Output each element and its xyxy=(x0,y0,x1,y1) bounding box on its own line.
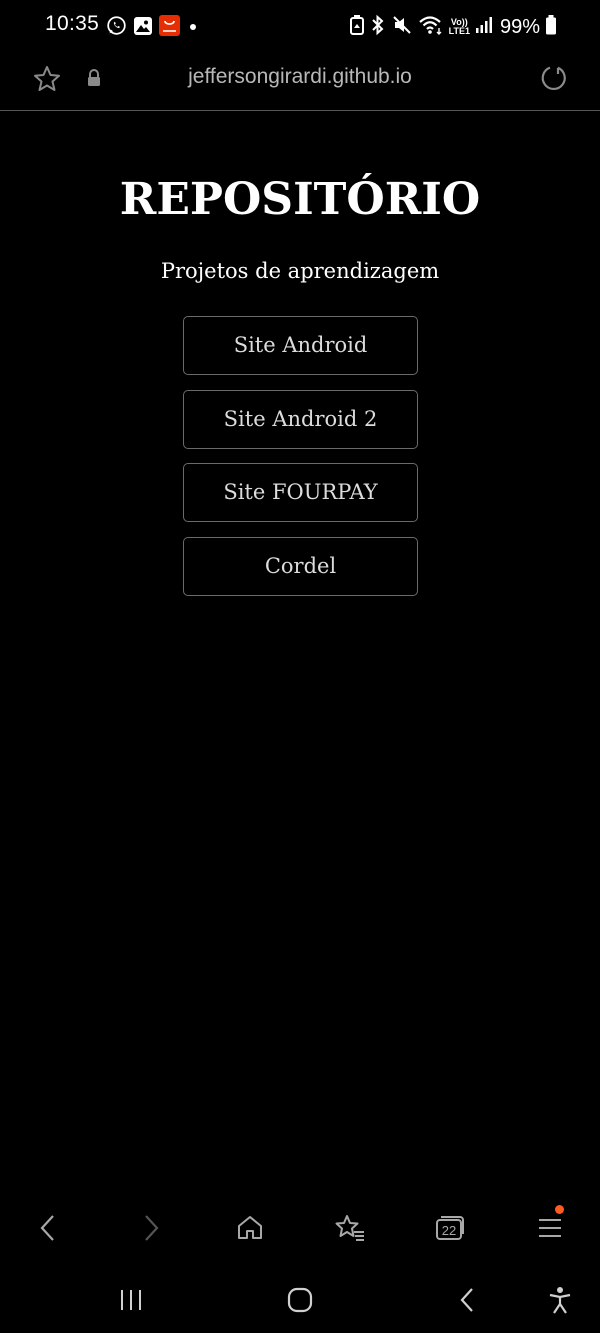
page-subtitle: Projetos de aprendizagem xyxy=(160,259,440,283)
menu-notification-dot xyxy=(555,1205,564,1214)
volte-label-bottom: LTE1 xyxy=(448,26,470,36)
home-icon[interactable] xyxy=(230,1210,270,1246)
lock-icon[interactable] xyxy=(86,68,102,92)
status-right-icons: Vo)) LTE1 99% xyxy=(349,14,557,40)
wifi-icon xyxy=(418,14,444,40)
bookmark-star-icon[interactable] xyxy=(32,64,62,98)
aliexpress-icon xyxy=(159,15,180,40)
url-bar: jeffersongirardi.github.io xyxy=(0,52,600,111)
signal-icon xyxy=(475,15,493,39)
battery-icon xyxy=(545,14,557,40)
bookmarks-icon[interactable] xyxy=(330,1210,370,1246)
recent-apps-icon[interactable] xyxy=(111,1282,151,1318)
volte-icon: Vo)) LTE1 xyxy=(449,18,470,36)
browser-toolbar: 22 xyxy=(0,1196,600,1262)
page-title: REPOSITÓRIO xyxy=(119,174,481,225)
status-time: 10:35 xyxy=(45,12,100,35)
home-nav-icon[interactable] xyxy=(280,1282,320,1318)
gallery-icon xyxy=(133,16,153,40)
back-nav-icon[interactable] xyxy=(448,1282,488,1318)
project-button-site-android-2[interactable]: Site Android 2 xyxy=(183,389,418,449)
project-button-cordel[interactable]: Cordel xyxy=(183,536,418,596)
bluetooth-icon xyxy=(370,14,386,40)
status-bar: 10:35 Vo)) LTE1 99% xyxy=(0,0,600,52)
battery-percent: 99% xyxy=(499,15,540,38)
menu-icon[interactable] xyxy=(530,1205,570,1246)
reload-icon[interactable] xyxy=(539,63,569,97)
project-button-site-fourpay[interactable]: Site FOURPAY xyxy=(183,463,418,522)
forward-icon[interactable] xyxy=(131,1210,171,1246)
status-left-icons xyxy=(106,15,200,40)
tabs-icon[interactable]: 22 xyxy=(430,1210,470,1246)
project-button-site-android[interactable]: Site Android xyxy=(183,316,418,375)
whatsapp-icon xyxy=(106,15,127,40)
project-list: Site Android Site Android 2 Site FOURPAY… xyxy=(183,316,418,610)
battery-saver-icon xyxy=(349,14,365,40)
mute-icon xyxy=(391,14,413,40)
accessibility-icon[interactable] xyxy=(540,1282,580,1318)
system-nav-bar xyxy=(0,1268,600,1333)
url-text[interactable]: jeffersongirardi.github.io xyxy=(120,65,480,89)
notification-dot-icon xyxy=(186,16,200,40)
tab-count: 22 xyxy=(442,1223,456,1238)
back-icon[interactable] xyxy=(28,1210,68,1246)
